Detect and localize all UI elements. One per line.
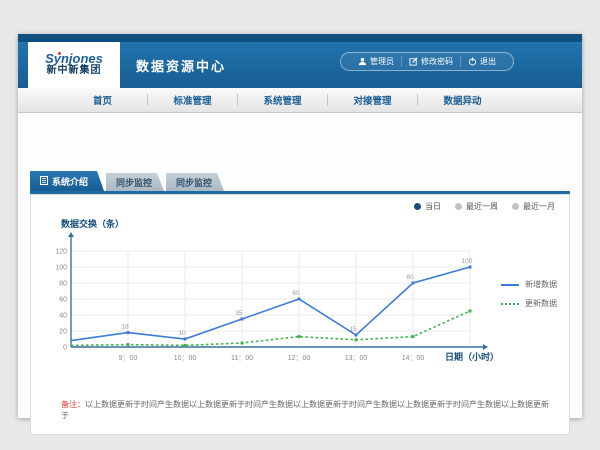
svg-text:100: 100 — [462, 258, 473, 265]
legend-item-new-data[interactable]: 新增数据 — [501, 279, 557, 290]
header-top-strip — [18, 34, 582, 42]
nav-item-system-mgmt[interactable]: 系统管理 — [238, 88, 327, 112]
user-menu-logout[interactable]: 退出 — [460, 56, 503, 67]
power-icon — [468, 57, 477, 66]
legend-item-updated-data[interactable]: 更新数据 — [501, 298, 557, 309]
svg-text:40: 40 — [59, 313, 67, 320]
legend-new-data-label: 新增数据 — [525, 279, 557, 290]
line-chart: 0 20 40 60 80 100 120 9：00 10：00 11：00 12：00 13：00 1… — [47, 231, 527, 366]
tab-strip: 系统介绍 同步监控 同步监控 — [30, 171, 224, 191]
x-axis-title: 日期（小时） — [445, 350, 499, 363]
svg-text:0: 0 — [63, 345, 67, 352]
nav-item-interface-mgmt[interactable]: 对接管理 — [328, 88, 417, 112]
solid-line-icon — [501, 284, 519, 286]
svg-text:80: 80 — [406, 274, 414, 281]
app-window: Synjones 新中新集团 数据资源中心 管理员 修改密码 退出 — [18, 34, 582, 418]
tab-sync-monitor-2-label: 同步监控 — [176, 176, 212, 189]
legend-updated-data-label: 更新数据 — [525, 298, 557, 309]
logo: Synjones 新中新集团 — [28, 42, 120, 88]
nav-item-home[interactable]: 首页 — [58, 88, 147, 112]
svg-text:13：00: 13：00 — [345, 355, 368, 362]
logo-company-text: 新中新集团 — [47, 65, 102, 77]
footnote-text: 以上数据更新于时间产生数据以上数据更新于时间产生数据以上数据更新于时间产生数据以… — [61, 400, 549, 420]
svg-text:35: 35 — [235, 310, 243, 317]
svg-text:20: 20 — [59, 329, 67, 336]
radio-selected-icon — [414, 203, 421, 210]
chart-legend: 新增数据 更新数据 — [501, 279, 557, 309]
user-menu-change-password-label: 修改密码 — [421, 56, 453, 67]
y-axis-title: 数据交换（条） — [61, 217, 124, 230]
svg-text:120: 120 — [55, 249, 67, 256]
svg-text:80: 80 — [59, 281, 67, 288]
svg-text:10：00: 10：00 — [174, 355, 197, 362]
user-menu-change-password[interactable]: 修改密码 — [401, 56, 460, 67]
radio-unselected-icon — [512, 203, 519, 210]
logo-brand-text: Synjones — [45, 53, 103, 65]
user-menu-admin[interactable]: 管理员 — [351, 56, 401, 67]
svg-text:100: 100 — [55, 265, 67, 272]
tab-system-intro-label: 系统介绍 — [52, 175, 88, 188]
filter-last-month[interactable]: 最近一月 — [512, 201, 555, 212]
svg-text:12：00: 12：00 — [288, 355, 311, 362]
time-filter-group: 当日 最近一周 最近一月 — [414, 201, 555, 212]
dotted-line-icon — [501, 303, 519, 305]
filter-last-week-label: 最近一周 — [466, 201, 498, 212]
footnote-prefix: 备注： — [61, 400, 85, 409]
svg-text:11：00: 11：00 — [231, 355, 253, 362]
user-menu: 管理员 修改密码 退出 — [340, 52, 514, 71]
radio-unselected-icon — [455, 203, 462, 210]
user-icon — [358, 57, 367, 66]
svg-text:9：00: 9：00 — [119, 355, 138, 362]
main-nav: 首页 标准管理 系统管理 对接管理 数据异动 — [18, 88, 582, 113]
svg-text:10: 10 — [178, 330, 186, 337]
nav-item-data-change[interactable]: 数据异动 — [418, 88, 507, 112]
filter-last-week[interactable]: 最近一周 — [455, 201, 498, 212]
tab-sync-monitor-1-label: 同步监控 — [116, 176, 152, 189]
filter-last-month-label: 最近一月 — [523, 201, 555, 212]
svg-text:18: 18 — [121, 324, 129, 331]
footnote: 备注：以上数据更新于时间产生数据以上数据更新于时间产生数据以上数据更新于时间产生… — [61, 399, 553, 421]
svg-text:60: 60 — [292, 290, 300, 297]
document-icon — [40, 176, 48, 187]
user-menu-logout-label: 退出 — [480, 56, 496, 67]
svg-text:14：00: 14：00 — [402, 355, 425, 362]
filter-today-label: 当日 — [425, 201, 441, 212]
tab-sync-monitor-2[interactable]: 同步监控 — [166, 173, 224, 191]
user-menu-admin-label: 管理员 — [370, 56, 394, 67]
app-header: Synjones 新中新集团 数据资源中心 管理员 修改密码 退出 — [18, 42, 582, 88]
tab-system-intro[interactable]: 系统介绍 — [30, 171, 104, 191]
edit-icon — [409, 57, 418, 66]
svg-text:60: 60 — [59, 297, 67, 304]
filter-today[interactable]: 当日 — [414, 201, 441, 212]
app-title: 数据资源中心 — [136, 56, 226, 75]
chart-panel: 当日 最近一周 最近一月 数据交换（条） 0 20 40 60 80 100 120 9：00… — [30, 194, 570, 435]
tab-sync-monitor-1[interactable]: 同步监控 — [106, 173, 164, 191]
nav-item-standard-mgmt[interactable]: 标准管理 — [148, 88, 237, 112]
svg-text:15: 15 — [349, 326, 357, 333]
